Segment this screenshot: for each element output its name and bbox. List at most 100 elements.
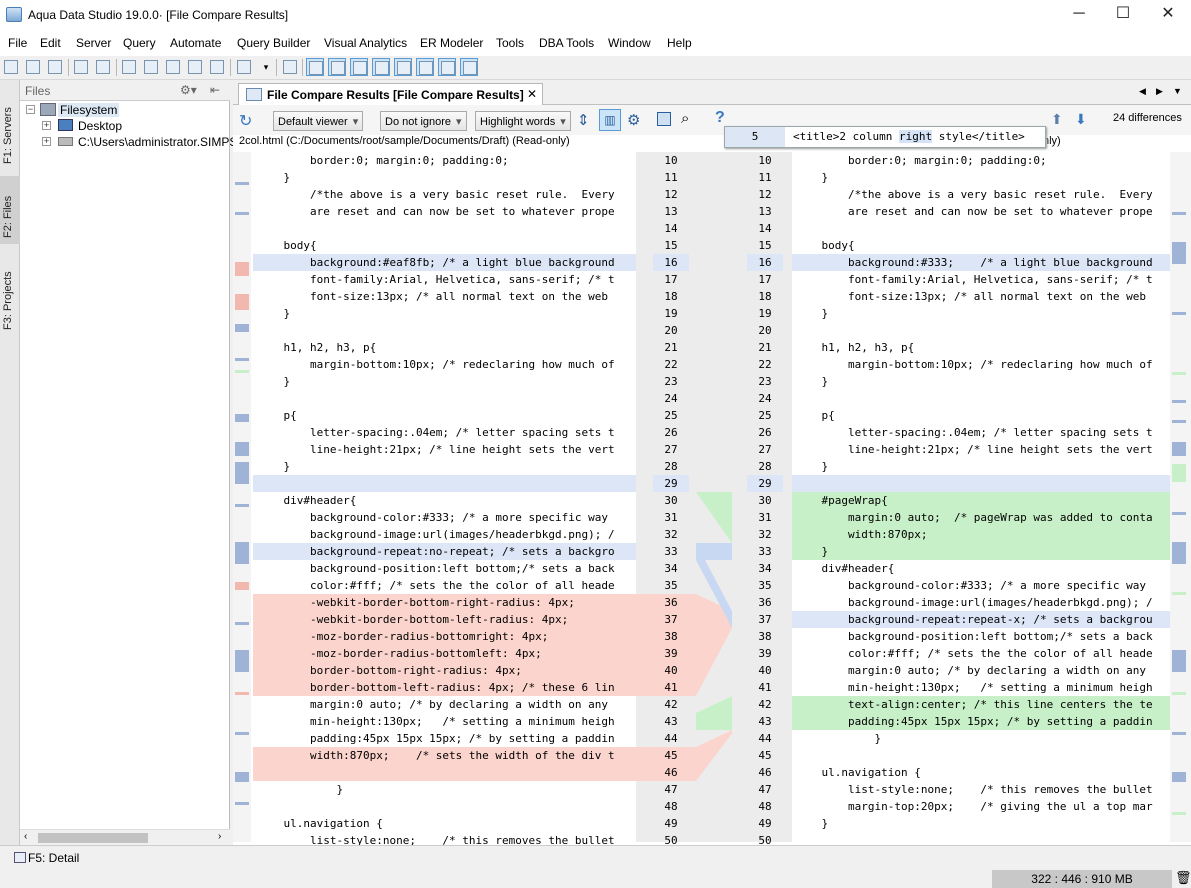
right-line-text: } bbox=[795, 732, 882, 745]
layout-split-icon[interactable] bbox=[328, 58, 346, 76]
menu-automate[interactable]: Automate bbox=[170, 36, 221, 50]
files-horizontal-scrollbar[interactable]: ‹ › bbox=[20, 829, 230, 845]
diff-row: letter-spacing:.04em; /* letter spacing … bbox=[253, 424, 1170, 441]
tree-item-filesystem[interactable]: Filesystem bbox=[58, 103, 120, 117]
right-line-number: 22 bbox=[758, 358, 772, 371]
tooltip-highlight: right bbox=[898, 130, 933, 143]
tab-scroll-left-icon[interactable]: ◀ bbox=[1139, 86, 1146, 97]
tab-scroll-right-icon[interactable]: ▶ bbox=[1156, 86, 1163, 97]
right-line-text: /*the above is a very basic reset rule. … bbox=[795, 188, 1153, 201]
left-line-text bbox=[253, 798, 636, 815]
tree-item-user-folder[interactable]: C:\Users\administrator.SIMPSO bbox=[78, 135, 247, 149]
tab-files[interactable]: F2: Files bbox=[0, 176, 20, 244]
help-icon[interactable]: ? bbox=[715, 109, 725, 127]
layout-chart-icon[interactable] bbox=[460, 58, 478, 76]
close-button[interactable]: ✕ bbox=[1145, 4, 1191, 26]
new-query-icon[interactable] bbox=[2, 58, 20, 76]
left-line-text: width:870px; /* sets the width of the di… bbox=[253, 747, 636, 764]
scroll-thumb[interactable] bbox=[38, 833, 148, 843]
right-line-text: ul.navigation { bbox=[795, 766, 921, 779]
menu-window[interactable]: Window bbox=[608, 36, 651, 50]
left-line-number: 36 bbox=[664, 596, 678, 609]
expand-icon[interactable]: + bbox=[42, 137, 51, 146]
tab-file-compare-results[interactable]: File Compare Results [File Compare Resul… bbox=[238, 83, 543, 105]
highlight-dropdown[interactable]: Highlight words bbox=[475, 111, 571, 131]
diff-marker bbox=[235, 542, 249, 564]
side-by-side-icon[interactable]: ▥ bbox=[599, 109, 621, 131]
diff-row: margin-bottom:10px; /* redeclaring how m… bbox=[253, 356, 1170, 373]
document-icon[interactable] bbox=[235, 58, 253, 76]
menu-help[interactable]: Help bbox=[667, 36, 692, 50]
right-line-number: 29 bbox=[747, 475, 783, 492]
right-line-number: 23 bbox=[758, 375, 772, 388]
diff-row: border:0; margin:0; padding:0; 10 10 borde… bbox=[253, 152, 1170, 169]
left-line-number: 42 bbox=[664, 698, 678, 711]
viewer-dropdown[interactable]: Default viewer bbox=[273, 111, 364, 131]
compare-toolbar: ↻ Default viewer Do not ignore Highlight… bbox=[233, 105, 1191, 135]
diff-row: are reset and can now be set to whatever… bbox=[253, 203, 1170, 220]
find-icon[interactable]: ⌕ bbox=[681, 110, 689, 127]
minimize-button[interactable]: ─ bbox=[1056, 4, 1102, 26]
next-difference-icon[interactable]: ⬇ bbox=[1075, 111, 1087, 128]
menu-file[interactable]: File bbox=[8, 36, 27, 50]
detail-tab[interactable]: F5: Detail bbox=[28, 851, 79, 865]
refresh-icon[interactable]: ↻ bbox=[239, 111, 252, 131]
collapse-unchanged-icon[interactable]: ⇕ bbox=[577, 111, 590, 129]
gear-icon[interactable]: ⚙▾ bbox=[180, 83, 197, 97]
right-overview-ruler[interactable] bbox=[1170, 152, 1191, 842]
query-builder-icon[interactable] bbox=[142, 58, 160, 76]
right-line-text: font-family:Arial, Helvetica, sans-serif… bbox=[795, 273, 1153, 286]
menu-tools[interactable]: Tools bbox=[496, 36, 524, 50]
compare-icon[interactable] bbox=[186, 58, 204, 76]
tab-servers[interactable]: F1: Servers bbox=[0, 86, 20, 168]
previous-difference-icon[interactable]: ⬆ bbox=[1051, 111, 1063, 128]
window-list-icon[interactable] bbox=[281, 58, 299, 76]
dropdown-arrow-icon[interactable]: ▾ bbox=[257, 58, 275, 76]
left-overview-ruler[interactable] bbox=[233, 152, 251, 842]
right-line-number: 48 bbox=[758, 800, 772, 813]
layout-note-icon[interactable] bbox=[350, 58, 368, 76]
expand-icon[interactable]: + bbox=[42, 121, 51, 130]
schema-browser-icon[interactable] bbox=[208, 58, 226, 76]
menu-er-modeler[interactable]: ER Modeler bbox=[420, 36, 483, 50]
right-line-number: 21 bbox=[758, 341, 772, 354]
layout-table-icon[interactable] bbox=[372, 58, 390, 76]
menu-dba-tools[interactable]: DBA Tools bbox=[539, 36, 594, 50]
diff-view[interactable]: border:0; margin:0; padding:0; 10 10 borde… bbox=[253, 152, 1170, 847]
menu-visual-analytics[interactable]: Visual Analytics bbox=[324, 36, 407, 50]
pin-icon[interactable]: ⇤ bbox=[210, 83, 220, 97]
table-data-editor-icon[interactable] bbox=[164, 58, 182, 76]
save-icon[interactable] bbox=[657, 112, 671, 126]
menu-query-builder[interactable]: Query Builder bbox=[237, 36, 310, 50]
ignore-dropdown[interactable]: Do not ignore bbox=[380, 111, 467, 131]
disconnect-icon[interactable] bbox=[94, 58, 112, 76]
register-server-icon[interactable] bbox=[24, 58, 42, 76]
left-line-number: 46 bbox=[664, 766, 678, 779]
tab-list-icon[interactable]: ▼ bbox=[1173, 86, 1182, 96]
layout-pivot-icon[interactable] bbox=[438, 58, 456, 76]
connect-icon[interactable] bbox=[72, 58, 90, 76]
server-properties-icon[interactable] bbox=[46, 58, 64, 76]
settings-gear-icon[interactable]: ⚙ bbox=[627, 111, 640, 129]
layout-tree-icon[interactable] bbox=[394, 58, 412, 76]
collapse-icon[interactable]: − bbox=[26, 105, 35, 114]
menu-edit[interactable]: Edit bbox=[40, 36, 61, 50]
maximize-button[interactable]: ☐ bbox=[1100, 4, 1146, 26]
menu-query[interactable]: Query bbox=[123, 36, 156, 50]
close-tab-icon[interactable]: ✕ bbox=[527, 87, 537, 101]
diff-row: width:870px; /* sets the width of the di… bbox=[253, 747, 1170, 764]
layout-form-icon[interactable] bbox=[416, 58, 434, 76]
query-analyzer-icon[interactable] bbox=[120, 58, 138, 76]
menu-server[interactable]: Server bbox=[76, 36, 111, 50]
tree-item-desktop[interactable]: Desktop bbox=[78, 119, 122, 133]
right-line-number: 18 bbox=[758, 290, 772, 303]
left-line-text: are reset and can now be set to whatever… bbox=[257, 205, 615, 218]
tab-projects[interactable]: F3: Projects bbox=[0, 256, 20, 340]
main-toolbar: ▾ bbox=[0, 56, 1191, 80]
layout-grid-icon[interactable] bbox=[306, 58, 324, 76]
tooltip-text-end: style</title> bbox=[932, 130, 1025, 143]
trash-icon[interactable]: 🗑 bbox=[1175, 870, 1191, 886]
right-line-text: color:#fff; /* sets the the color of all… bbox=[795, 647, 1153, 660]
diff-row: background-image:url(images/headerbkgd.p… bbox=[253, 526, 1170, 543]
diff-marker bbox=[235, 692, 249, 695]
